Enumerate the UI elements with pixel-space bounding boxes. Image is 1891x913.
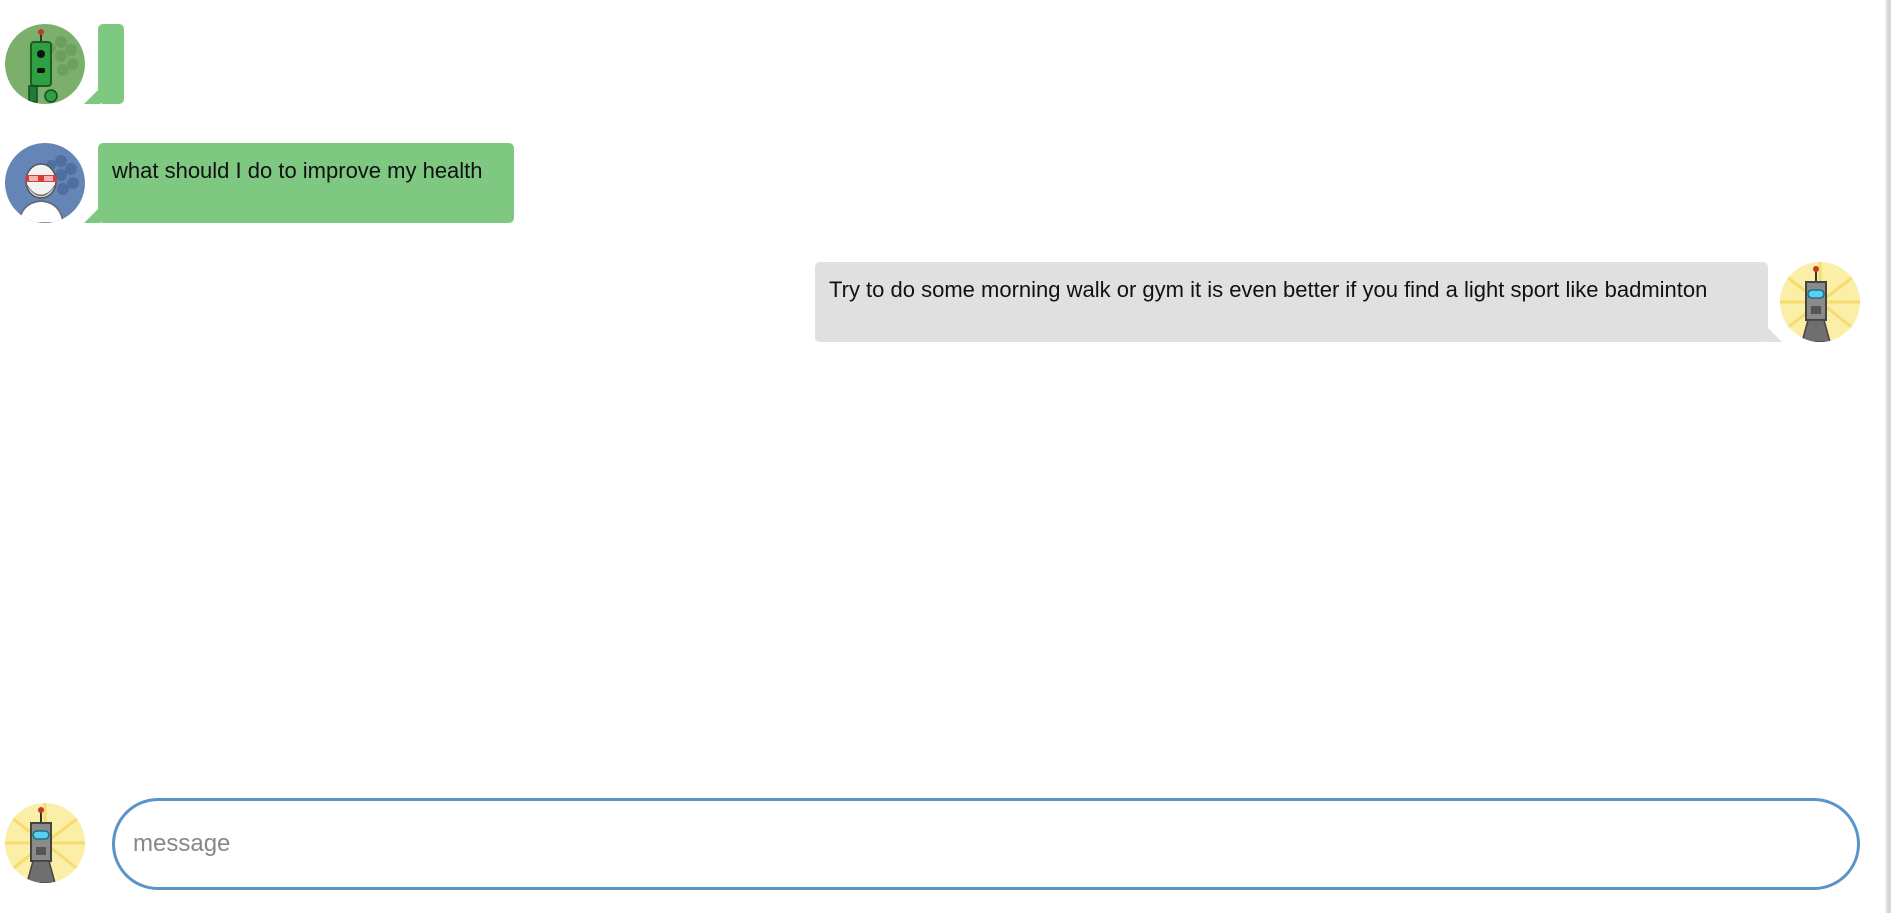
green-robot-icon — [5, 24, 85, 104]
chat-app: what should I do to improve my health Tr… — [0, 0, 1891, 913]
bubble-tail — [1766, 326, 1782, 342]
message-bubble-user: what should I do to improve my health — [98, 143, 514, 223]
message-composer — [0, 798, 1880, 890]
message-bubble-empty — [98, 24, 124, 104]
message-input[interactable] — [112, 798, 1860, 890]
window-edge — [1887, 0, 1891, 913]
grey-robot-icon — [1780, 262, 1860, 342]
message-row-bot: Try to do some morning walk or gym it is… — [0, 262, 1880, 342]
bearded-man-goggles-icon — [5, 143, 85, 223]
message-row-green-robot — [0, 24, 1880, 104]
grey-robot-icon — [5, 803, 85, 883]
message-row-user: what should I do to improve my health — [0, 143, 1880, 223]
message-bubble-bot: Try to do some morning walk or gym it is… — [815, 262, 1768, 342]
